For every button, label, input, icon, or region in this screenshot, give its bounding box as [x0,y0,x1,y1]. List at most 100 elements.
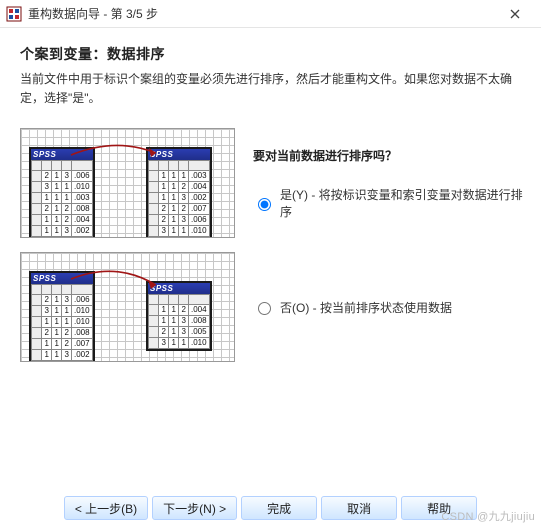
table-cell: .004 [72,215,93,226]
table-cell: .010 [189,226,210,237]
next-button[interactable]: 下一步(N) > [152,496,237,520]
table-cell: 1 [169,338,179,349]
table-cell: 3 [179,327,189,338]
option-no-row: SPSS 213.006311.010111.010212.008112.007… [20,252,525,362]
table-cell: .008 [72,204,93,215]
table-cell: .003 [189,171,210,182]
table-cell: 1 [52,339,62,350]
mini-table: 213.006311.010111.010212.008112.007113.0… [31,284,93,361]
table-cell: 1 [42,350,52,361]
table-cell: 1 [62,306,72,317]
table-cell: .002 [72,226,93,237]
table-cell: .006 [189,215,210,226]
table-cell: 1 [42,226,52,237]
table-cell: 2 [179,305,189,316]
table-cell: 1 [42,317,52,328]
table-cell: 1 [169,171,179,182]
illustration-sorted: SPSS 213.006311.010111.003212.008112.004… [20,128,235,238]
table-cell: 2 [42,204,52,215]
table-cell: .006 [72,295,93,306]
mini-table: 213.006311.010111.003212.008112.004113.0… [31,160,93,237]
sort-prompt: 要对当前数据进行排序吗？ [253,147,525,164]
finish-button-label: 完成 [267,500,291,517]
mini-table-left: SPSS 213.006311.010111.010212.008112.007… [29,271,95,362]
mini-table: 111.003112.004113.002212.007213.006311.0… [148,160,210,237]
table-cell: 3 [62,171,72,182]
table-cell: 1 [52,328,62,339]
close-icon [510,9,520,19]
table-cell: .010 [72,317,93,328]
table-cell: .002 [189,193,210,204]
table-cell: 1 [169,305,179,316]
mini-table-right: SPSS 111.003112.004113.002212.007213.006… [146,147,212,238]
spss-label: SPSS [31,149,93,160]
table-cell: 1 [52,350,62,361]
page-description: 当前文件中用于标识个案组的变量必须先进行排序，然后才能重构文件。如果您对数据不太… [20,70,525,108]
table-cell: 1 [159,316,169,327]
table-cell: 2 [62,215,72,226]
table-cell: 1 [159,305,169,316]
option-yes-row: SPSS 213.006311.010111.003212.008112.004… [20,128,525,238]
page-heading: 个案到变量：数据排序 [20,44,525,64]
app-icon [6,6,22,22]
radio-yes-input[interactable] [258,198,271,211]
table-cell: 1 [52,295,62,306]
table-cell: 2 [179,182,189,193]
radio-yes-label: 是(Y) - 将按标识变量和索引变量对数据进行排序 [280,186,525,220]
table-cell: 1 [159,171,169,182]
table-cell: .008 [72,328,93,339]
table-cell: 3 [62,226,72,237]
table-cell: 1 [159,193,169,204]
wizard-content: 个案到变量：数据排序 当前文件中用于标识个案组的变量必须先进行排序，然后才能重构… [0,28,541,362]
table-cell: 3 [42,182,52,193]
mini-table-left: SPSS 213.006311.010111.003212.008112.004… [29,147,95,238]
table-cell: 1 [169,193,179,204]
mini-table: 112.004113.008213.005311.010 [148,294,210,349]
table-cell: 1 [169,215,179,226]
table-cell: .007 [189,204,210,215]
spss-label: SPSS [148,283,210,294]
table-cell: 2 [42,328,52,339]
table-cell: 3 [179,193,189,204]
close-button[interactable] [497,4,533,24]
radio-no[interactable]: 否(O) - 按当前排序状态使用数据 [253,299,525,316]
table-cell: 1 [169,182,179,193]
table-cell: 1 [42,215,52,226]
table-cell: .002 [72,350,93,361]
finish-button[interactable]: 完成 [241,496,317,520]
table-cell: 1 [42,339,52,350]
next-button-label: 下一步(N) > [163,500,226,517]
table-cell: .005 [189,327,210,338]
table-cell: 3 [159,338,169,349]
table-cell: .007 [72,339,93,350]
radio-no-input[interactable] [258,302,271,315]
cancel-button-label: 取消 [347,500,371,517]
radio-yes[interactable]: 是(Y) - 将按标识变量和索引变量对数据进行排序 [253,186,525,220]
table-cell: .003 [72,193,93,204]
table-cell: .010 [72,306,93,317]
option-no-text: 否(O) - 按当前排序状态使用数据 [253,299,525,316]
table-cell: 1 [42,193,52,204]
help-button[interactable]: 帮助 [401,496,477,520]
cancel-button[interactable]: 取消 [321,496,397,520]
back-button[interactable]: < 上一步(B) [64,496,148,520]
table-cell: .004 [189,182,210,193]
back-button-label: < 上一步(B) [75,500,137,517]
table-cell: 2 [62,204,72,215]
table-cell: .006 [72,171,93,182]
table-cell: 1 [179,171,189,182]
table-cell: 2 [159,204,169,215]
table-cell: 2 [159,327,169,338]
table-cell: .010 [189,338,210,349]
table-cell: 1 [179,226,189,237]
table-cell: 1 [52,306,62,317]
table-cell: 3 [62,295,72,306]
option-yes-text: 要对当前数据进行排序吗？ 是(Y) - 将按标识变量和索引变量对数据进行排序 [253,147,525,220]
illustration-unsorted: SPSS 213.006311.010111.010212.008112.007… [20,252,235,362]
table-cell: 3 [179,316,189,327]
table-cell: 1 [169,316,179,327]
radio-no-label: 否(O) - 按当前排序状态使用数据 [280,299,452,316]
table-cell: 1 [62,182,72,193]
titlebar: 重构数据向导 - 第 3/5 步 [0,0,541,28]
table-cell: 2 [62,328,72,339]
